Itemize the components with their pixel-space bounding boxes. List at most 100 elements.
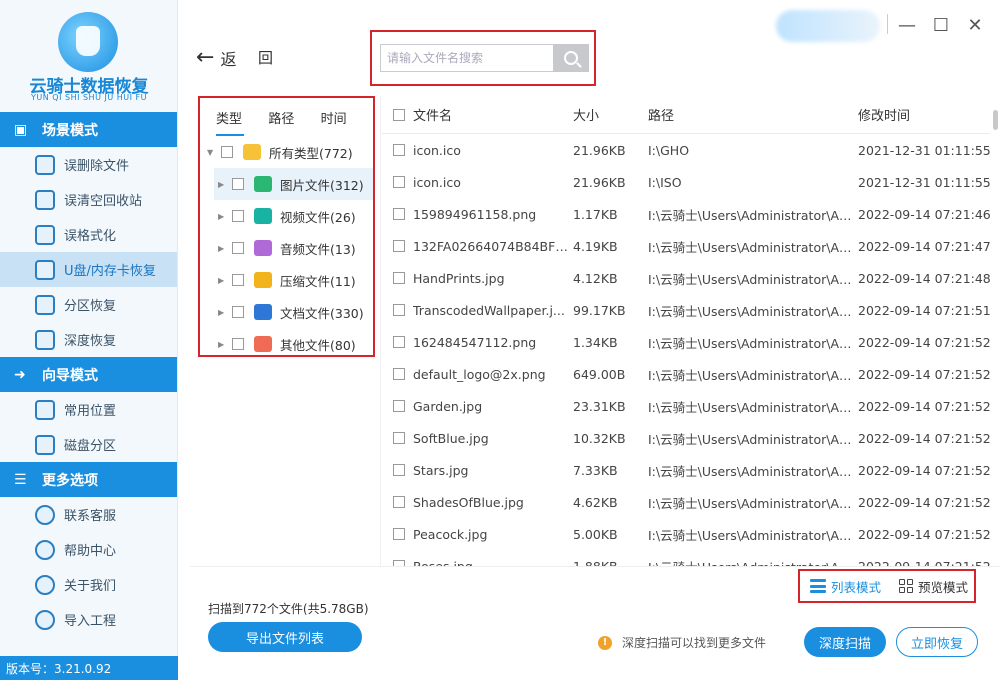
table-row[interactable]: SoftBlue.jpg 10.32KB I:\云骑士\Users\Administ… — [382, 422, 990, 454]
checkbox[interactable] — [232, 306, 244, 318]
search-button[interactable] — [553, 44, 589, 72]
return-button[interactable]: 回 — [258, 47, 273, 68]
sidebar-item[interactable]: 误清空回收站 — [0, 182, 177, 217]
table-row[interactable]: HandPrints.jpg 4.12KB I:\云骑士\Users\Adminis… — [382, 262, 990, 294]
checkbox[interactable] — [232, 338, 244, 350]
category-tab[interactable]: 路径 — [268, 98, 320, 136]
expand-icon[interactable]: ▶ — [218, 276, 232, 285]
list-mode-button[interactable]: 列表模式 — [810, 577, 881, 596]
sidebar-item[interactable]: 误删除文件 — [0, 147, 177, 182]
sidebar-item[interactable]: 深度恢复 — [0, 322, 177, 357]
checkbox[interactable] — [232, 178, 244, 190]
row-checkbox[interactable] — [393, 496, 405, 508]
file-time: 2022-09-14 07:21:52 — [858, 558, 990, 567]
header-size[interactable]: 大小 — [573, 105, 648, 124]
table-row[interactable]: icon.ico 21.96KB I:\GHO 2021-12-31 01:11:55 — [382, 134, 990, 166]
header-time[interactable]: 修改时间 — [858, 105, 988, 124]
table-row[interactable]: 159894961158.png 1.17KB I:\云骑士\Users\Admin… — [382, 198, 990, 230]
tree-label: 所有类型(772) — [269, 145, 353, 161]
scrollbar[interactable] — [993, 110, 998, 130]
file-size: 1.17KB — [573, 206, 618, 222]
search-icon — [564, 51, 578, 65]
table-row[interactable]: Stars.jpg 7.33KB I:\云骑士\Users\Administrato… — [382, 454, 990, 486]
sidebar-item[interactable]: 导入工程 — [0, 602, 177, 637]
expand-icon[interactable]: ▶ — [218, 180, 232, 189]
category-tab[interactable]: 时间 — [321, 98, 373, 136]
row-checkbox[interactable] — [393, 208, 405, 220]
expand-icon[interactable]: ▶ — [218, 308, 232, 317]
checkbox[interactable] — [232, 210, 244, 222]
file-path: I:\云骑士\Users\Administrator\Ap... — [648, 399, 858, 415]
row-checkbox[interactable] — [393, 336, 405, 348]
checkbox[interactable] — [232, 274, 244, 286]
category-panel: 类型 路径 时间 ▼ 所有类型(772) ▶ 图片文件(312) ▶ 视频文件(26) ▶ 音… — [198, 96, 375, 357]
deep-scan-tip: ! 深度扫描可以找到更多文件 — [598, 634, 766, 651]
tree-item[interactable]: ▶ 文档文件(330) — [200, 296, 373, 328]
deep-scan-button[interactable]: 深度扫描 — [804, 627, 886, 657]
file-name: Peacock.jpg — [413, 526, 488, 542]
recover-now-button[interactable]: 立即恢复 — [896, 627, 978, 657]
table-row[interactable]: Peacock.jpg 5.00KB I:\云骑士\Users\Administra… — [382, 518, 990, 550]
row-checkbox[interactable] — [393, 272, 405, 284]
export-file-list-button[interactable]: 导出文件列表 — [208, 622, 362, 652]
maximize-icon[interactable]: ☐ — [930, 14, 952, 36]
sidebar-item[interactable]: 联系客服 — [0, 497, 177, 532]
format-icon — [35, 224, 55, 245]
tree-root-all-types[interactable]: ▼ 所有类型(772) — [200, 136, 373, 168]
table-row[interactable]: default_logo@2x.png 649.00B I:\云骑士\Users\A… — [382, 358, 990, 390]
sidebar-item[interactable]: U盘/内存卡恢复 — [0, 252, 177, 287]
close-icon[interactable]: ✕ — [964, 14, 986, 36]
sidebar-item[interactable]: 帮助中心 — [0, 532, 177, 567]
preview-mode-button[interactable]: 预览模式 — [899, 577, 968, 596]
row-checkbox[interactable] — [393, 528, 405, 540]
table-row[interactable]: Roses.jpg 1.88KB I:\云骑士\Users\Administrato… — [382, 550, 990, 566]
category-tab[interactable]: 类型 — [216, 98, 268, 136]
sidebar-item[interactable]: 误格式化 — [0, 217, 177, 252]
tree-item[interactable]: ▶ 图片文件(312) — [214, 168, 373, 200]
checkbox[interactable] — [232, 242, 244, 254]
file-name: icon.ico — [413, 142, 461, 158]
sidebar-item[interactable]: 关于我们 — [0, 567, 177, 602]
select-all-checkbox[interactable] — [393, 108, 405, 121]
row-checkbox[interactable] — [393, 176, 405, 188]
expand-icon[interactable]: ▶ — [218, 212, 232, 221]
table-row[interactable]: 132FA02664074B84BF67... 4.19KB I:\云骑士\User… — [382, 230, 990, 262]
row-checkbox[interactable] — [393, 368, 405, 380]
search-input[interactable] — [380, 44, 555, 72]
back-button[interactable]: ← 返 — [196, 46, 236, 70]
table-row[interactable]: icon.ico 21.96KB I:\ISO 2021-12-31 01:11:55 — [382, 166, 990, 198]
file-name: SoftBlue.jpg — [413, 430, 489, 446]
row-checkbox[interactable] — [393, 240, 405, 252]
tree-item[interactable]: ▶ 视频文件(26) — [200, 200, 373, 232]
row-checkbox[interactable] — [393, 400, 405, 412]
tree-item[interactable]: ▶ 其他文件(80) — [200, 328, 373, 360]
row-checkbox[interactable] — [393, 432, 405, 444]
tree-item[interactable]: ▶ 音频文件(13) — [200, 232, 373, 264]
expand-icon[interactable]: ▶ — [218, 244, 232, 253]
table-row[interactable]: Garden.jpg 23.31KB I:\云骑士\Users\Administra… — [382, 390, 990, 422]
expand-icon[interactable]: ▶ — [218, 340, 232, 349]
table-row[interactable]: 162484547112.png 1.34KB I:\云骑士\Users\Admin… — [382, 326, 990, 358]
file-path: I:\云骑士\Users\Administrator\Ap... — [648, 271, 858, 287]
table-row[interactable]: ShadesOfBlue.jpg 4.62KB I:\云骑士\Users\Admin… — [382, 486, 990, 518]
tree-item[interactable]: ▶ 压缩文件(11) — [200, 264, 373, 296]
file-size: 23.31KB — [573, 398, 626, 414]
table-row[interactable]: TranscodedWallpaper.j... 99.17KB I:\云骑士\Us… — [382, 294, 990, 326]
file-time: 2022-09-14 07:21:46 — [858, 206, 990, 222]
collapse-icon[interactable]: ▼ — [207, 148, 221, 157]
grid-view-icon — [899, 579, 914, 593]
sidebar-item[interactable]: 常用位置 — [0, 392, 177, 427]
bottom-divider — [190, 566, 1000, 567]
file-time: 2022-09-14 07:21:52 — [858, 462, 990, 478]
sidebar-item[interactable]: 分区恢复 — [0, 287, 177, 322]
sidebar-item[interactable]: 磁盘分区 — [0, 427, 177, 462]
user-avatar-blurred[interactable] — [776, 10, 880, 42]
minimize-icon[interactable]: — — [896, 14, 918, 36]
checkbox[interactable] — [221, 146, 233, 158]
file-path: I:\云骑士\Users\Administrator\Ap... — [648, 527, 858, 543]
row-checkbox[interactable] — [393, 144, 405, 156]
header-name[interactable]: 文件名 — [413, 105, 573, 124]
header-path[interactable]: 路径 — [648, 105, 858, 124]
row-checkbox[interactable] — [393, 464, 405, 476]
row-checkbox[interactable] — [393, 304, 405, 316]
